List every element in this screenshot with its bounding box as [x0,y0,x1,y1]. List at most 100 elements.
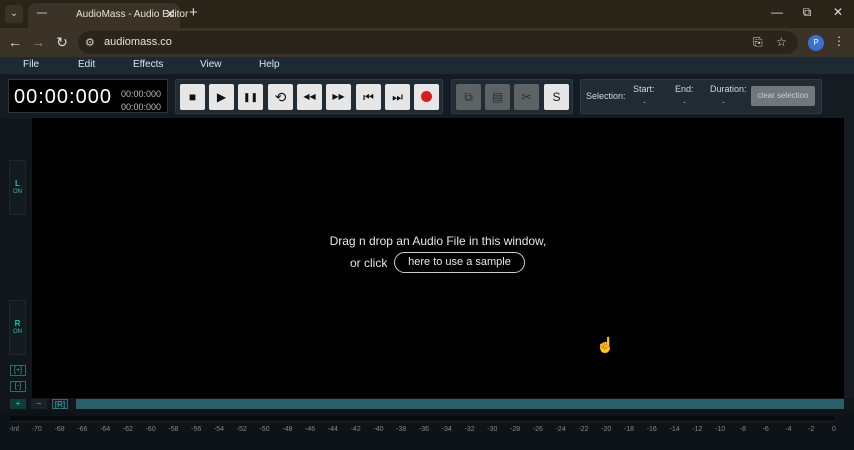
channel-panel: L ON R ON [+] [-] [0,118,32,398]
menu-edit[interactable]: Edit [78,59,95,70]
meter-tick-label: -28 [510,426,521,433]
copy-button[interactable]: ⧉ [456,84,481,110]
zoom-fit-button[interactable]: [R] [52,399,68,409]
stop-button[interactable]: ■ [180,84,205,110]
meter-tick-label: -14 [669,426,680,433]
selection-duration-value: - [722,97,725,107]
back-button[interactable]: ← [6,34,24,50]
meter-tick-label: -34 [441,426,452,433]
zoom-out-vertical-icon[interactable]: [-] [10,381,26,392]
skip-to-end-button[interactable]: ⏭ [385,84,410,110]
reload-button[interactable]: ↻ [53,34,71,51]
time-end: 00:00:000 [120,102,161,112]
bookmark-star-icon[interactable]: ☆ [776,35,787,49]
selection-duration-label: Duration: [710,84,747,94]
meter-tick-label: -58 [168,426,179,433]
url-text: audiomass.co [104,36,172,48]
skip-to-start-button[interactable]: ⏮ [356,84,381,110]
tab-search-button[interactable]: ⌄ [5,5,23,23]
profile-avatar[interactable]: P [808,35,824,51]
meter-tick-label: -62 [122,426,133,433]
meter-tick-label: -12 [692,426,703,433]
left-channel-toggle[interactable]: L ON [9,160,26,215]
record-icon [421,91,432,103]
meter-tick-label: -54 [213,426,225,433]
meter-tick-label: -30 [487,426,498,433]
meter-tick-label: -50 [259,426,270,433]
site-info-icon[interactable]: ⚙ [85,36,95,49]
paste-button[interactable]: ▤ [485,84,510,110]
meter-tick-label: -32 [464,426,475,433]
menu-effects[interactable]: Effects [133,59,163,70]
forward-button[interactable]: → [29,34,47,50]
window-maximize-button[interactable]: ⧉ [797,5,817,20]
meter-tick-label: -46 [305,426,316,433]
meter-tick-label: -18 [623,426,635,433]
rewind-button[interactable]: ◀◀ [297,84,322,110]
tab-close-icon[interactable]: ✕ [165,7,175,21]
window-close-button[interactable]: ✕ [828,5,848,19]
record-button[interactable] [414,84,439,110]
meter-tick-label: -4 [785,426,792,433]
meter-tick-label: -24 [555,426,566,433]
time-start: 00:00:000 [120,89,161,99]
meter-tick-label: -38 [396,426,407,433]
meter-tick-label: -64 [100,426,111,433]
cut-button[interactable]: ✂ [514,84,539,110]
edit-tools: ⧉ ▤ ✂ S [451,79,573,114]
zoom-out-button[interactable]: − [31,399,47,409]
kebab-menu-icon[interactable]: ⋮ [833,34,845,48]
install-icon[interactable]: ⎘ [753,35,763,50]
meter-tick-label: -42 [350,426,361,433]
right-channel-toggle[interactable]: R ON [9,300,26,355]
editor-toolbar: 00:00:000 00:00:000 00:00:000 ■ ▶ ❚❚ ⟲ ◀… [0,74,854,118]
silence-button[interactable]: S [544,84,569,110]
meter-tick-label: -8 [739,426,746,433]
selection-label: Selection: [586,91,626,101]
fast-forward-button[interactable]: ▶▶ [326,84,351,110]
meter-tick-label: -52 [236,426,247,433]
meter-tick-label: -70 [31,426,42,433]
address-bar[interactable]: ⚙ audiomass.co [78,31,798,54]
level-meter: -Inf -70 -68 -66 -64 -62 -60 -58 -56 -54 -52 -50 -48… [0,410,854,450]
dropzone-instructions: Drag n drop an Audio File in this window… [329,234,547,248]
selection-start-label: Start: [633,84,655,94]
meter-tick-label: -22 [578,426,589,433]
time-main: 00:00:000 [14,86,112,108]
meter-tick-label: -56 [191,426,202,433]
horizontal-scroll-track[interactable] [76,399,844,409]
pause-button[interactable]: ❚❚ [238,84,263,110]
menu-view[interactable]: View [200,59,222,70]
meter-tick-label: -40 [373,426,384,433]
meter-tick-label: -36 [418,426,430,433]
browser-tab-strip: ⌄ AudioMass - Audio Editor ✕ + — ⧉ ✕ [0,0,854,28]
menu-file[interactable]: File [23,59,39,70]
loop-button[interactable]: ⟲ [268,84,293,110]
meter-tick-label: -60 [145,426,156,433]
meter-tick-label: -6 [762,426,769,433]
selection-info: Selection: Start: - End: - Duration: - c… [580,79,822,114]
zoom-in-button[interactable]: + [10,399,26,409]
level-meter-track [10,416,834,422]
meter-tick-label: -16 [646,426,657,433]
meter-tick-label: -2 [808,426,815,433]
vertical-scrollbar[interactable] [844,118,854,398]
mouse-cursor-icon: ☝ [596,337,615,354]
meter-tick-label: -68 [54,426,65,433]
right-channel-status: ON [13,329,22,335]
left-channel-status: ON [13,189,22,195]
new-tab-button[interactable]: + [189,4,198,21]
zoom-in-vertical-icon[interactable]: [+] [10,365,26,376]
browser-toolbar: ← → ↻ ⚙ audiomass.co ⎘ ☆ P ⋮ [0,28,854,57]
browser-tab-active[interactable]: AudioMass - Audio Editor ✕ [28,3,188,28]
meter-tick-label: -66 [77,426,88,433]
clear-selection-button[interactable]: clear selection [751,86,815,106]
left-channel-letter: L [15,179,20,188]
menu-help[interactable]: Help [259,59,280,70]
transport-controls: ■ ▶ ❚❚ ⟲ ◀◀ ▶▶ ⏮ ⏭ [175,79,443,114]
window-minimize-button[interactable]: — [767,5,787,19]
use-sample-button[interactable]: here to use a sample [394,252,525,273]
tab-favicon-icon [37,12,47,14]
meter-tick-label: -20 [601,426,612,433]
play-button[interactable]: ▶ [209,84,234,110]
